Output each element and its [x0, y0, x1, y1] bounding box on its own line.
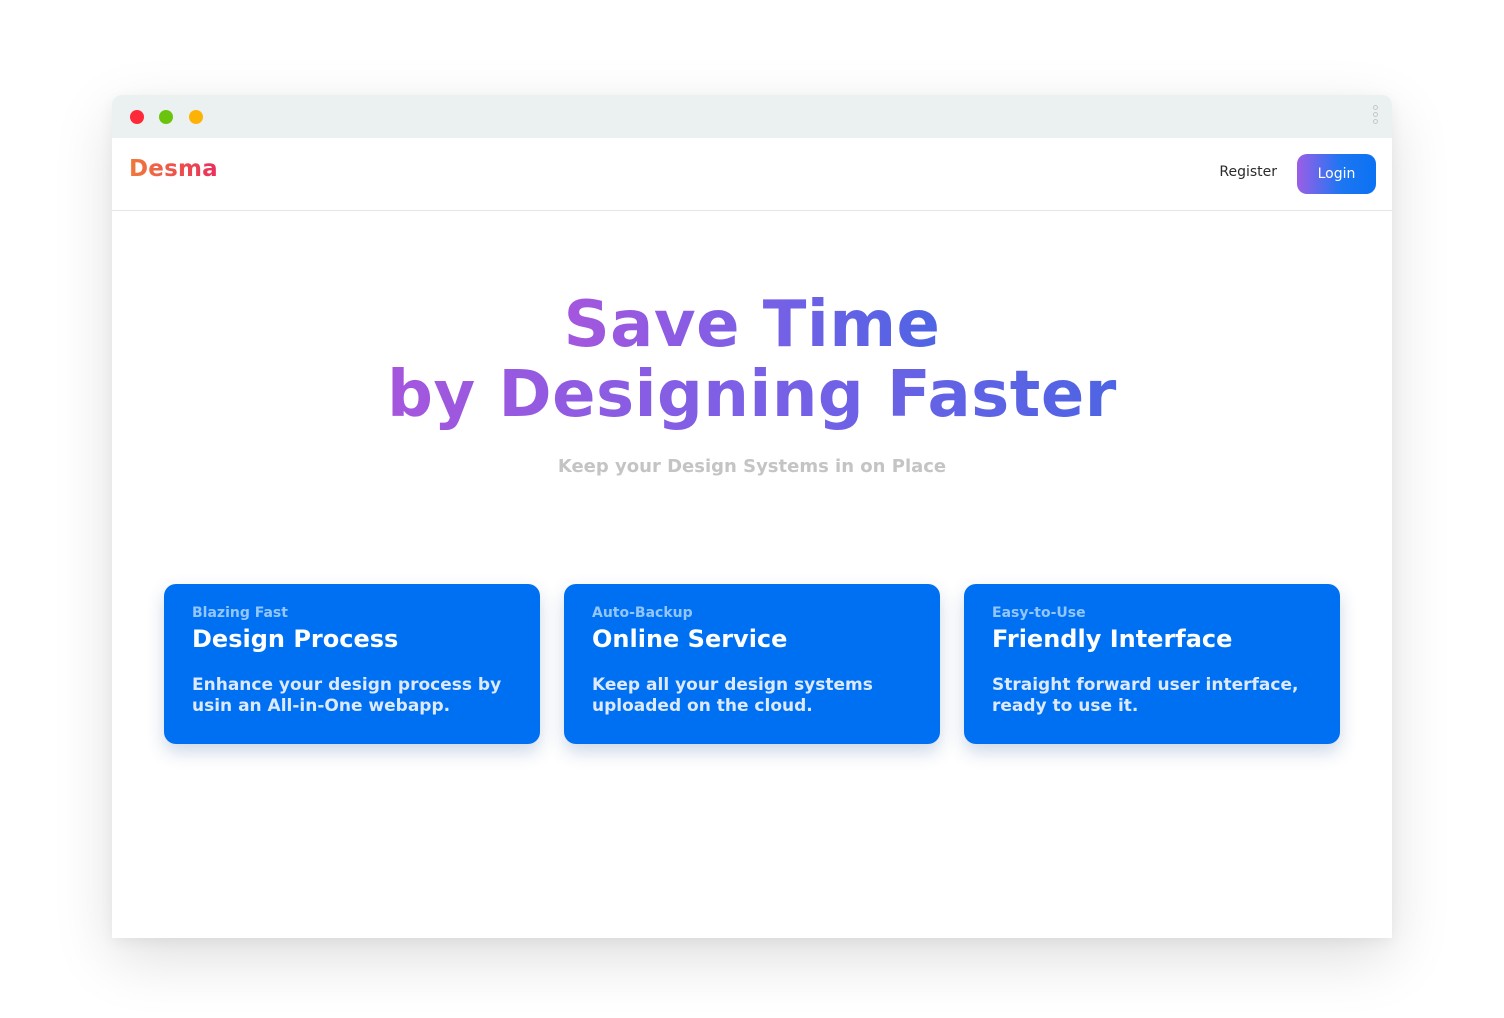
hero-title: Save Time by Designing Faster: [112, 290, 1392, 430]
close-window-dot[interactable]: [130, 110, 144, 124]
login-button[interactable]: Login: [1297, 154, 1376, 194]
feature-kicker: Auto-Backup: [592, 605, 693, 621]
feature-title: Design Process: [192, 625, 399, 653]
feature-card-online-service: Auto-Backup Online Service Keep all your…: [564, 584, 940, 744]
feature-card-design-process: Blazing Fast Design Process Enhance your…: [164, 584, 540, 744]
window-titlebar: [112, 95, 1392, 139]
feature-description-line-1: Straight forward user interface,: [992, 675, 1299, 695]
feature-description-line-2: uploaded on the cloud.: [592, 696, 813, 716]
hero-subtitle: Keep your Design Systems in on Place: [557, 456, 947, 477]
feature-description: Straight forward user interface, ready t…: [992, 675, 1312, 717]
feature-kicker: Blazing Fast: [192, 605, 288, 621]
browser-window: Desma Register Login Save Time by Design…: [112, 95, 1392, 938]
feature-description: Keep all your design systems uploaded on…: [592, 675, 912, 717]
hero-title-line-2: by Designing Faster: [387, 358, 1117, 432]
feature-description: Enhance your design process by usin an A…: [192, 675, 512, 717]
feature-kicker: Easy-to-Use: [992, 605, 1086, 621]
feature-description-line-2: usin an All-in-One webapp.: [192, 696, 451, 716]
top-navbar: Desma Register Login: [112, 138, 1392, 211]
brand-logo[interactable]: Desma: [129, 156, 218, 182]
feature-card-friendly-interface: Easy-to-Use Friendly Interface Straight …: [964, 584, 1340, 744]
feature-cards: Blazing Fast Design Process Enhance your…: [164, 584, 1340, 744]
hero-section: Save Time by Designing Faster Keep your …: [112, 290, 1392, 477]
maximize-window-dot[interactable]: [159, 110, 173, 124]
hero-title-line-1: Save Time: [563, 288, 941, 362]
kebab-menu-icon[interactable]: [1371, 105, 1379, 129]
feature-title: Online Service: [592, 625, 788, 653]
feature-description-line-2: ready to use it.: [992, 696, 1139, 716]
minimize-window-dot[interactable]: [189, 110, 203, 124]
register-link[interactable]: Register: [1219, 164, 1277, 180]
feature-description-line-1: Enhance your design process by: [192, 675, 502, 695]
feature-title: Friendly Interface: [992, 625, 1233, 653]
feature-description-line-1: Keep all your design systems: [592, 675, 873, 695]
